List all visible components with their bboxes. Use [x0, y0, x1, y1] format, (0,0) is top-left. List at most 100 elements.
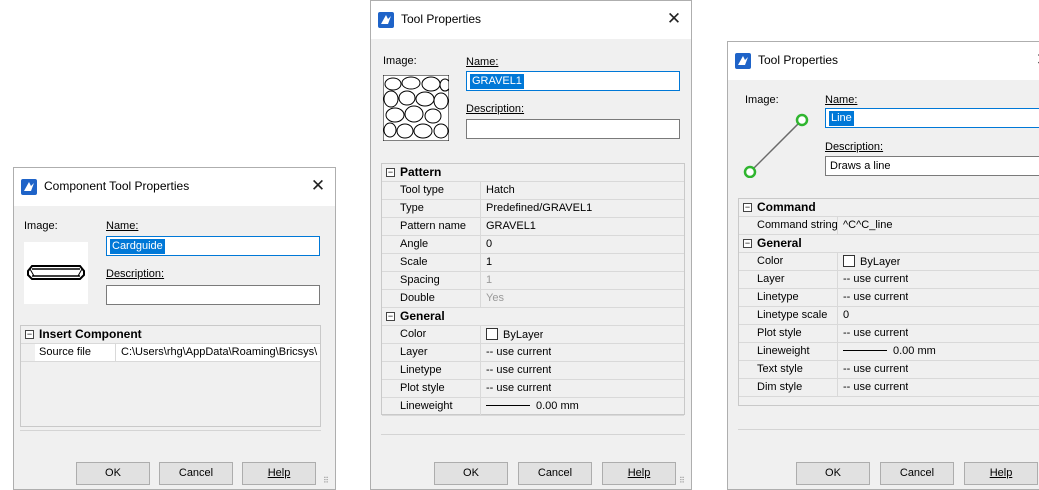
column-divider: [837, 271, 838, 288]
category-label: Insert Component: [39, 327, 142, 341]
ok-button[interactable]: OK: [434, 462, 508, 485]
category-general[interactable]: − General: [739, 235, 1039, 253]
property-value: 1: [486, 274, 493, 286]
property-row-lineweight[interactable]: Lineweight 0.00 mm: [382, 398, 684, 416]
column-divider: [480, 272, 481, 289]
resize-grip-icon[interactable]: ⠿: [679, 477, 689, 487]
category-insert-component[interactable]: − Insert Component: [21, 326, 320, 344]
column-divider: [837, 289, 838, 306]
bricscad-app-icon: [735, 53, 751, 69]
property-row-plot-style[interactable]: Plot style -- use current: [739, 325, 1039, 343]
color-swatch: [843, 255, 855, 267]
property-key: Linetype scale: [757, 309, 828, 321]
category-label: General: [757, 236, 802, 250]
column-divider: [480, 218, 481, 235]
image-label: Image:: [383, 55, 417, 67]
help-button[interactable]: Help: [602, 462, 676, 485]
help-button[interactable]: Help: [242, 462, 316, 485]
title-bar[interactable]: Tool Properties ✕: [728, 42, 1039, 80]
property-value: 0.00 mm: [536, 400, 579, 412]
tool-image-thumbnail: [382, 74, 451, 142]
close-icon[interactable]: ✕: [307, 175, 329, 197]
cancel-button[interactable]: Cancel: [880, 462, 954, 485]
description-input[interactable]: Draws a line: [825, 156, 1039, 176]
column-divider: [480, 236, 481, 253]
collapse-minus-icon[interactable]: −: [386, 168, 395, 177]
tool-image-thumbnail: [742, 112, 812, 179]
column-divider: [480, 362, 481, 379]
property-row-color[interactable]: Color ByLayer: [739, 253, 1039, 271]
category-general[interactable]: − General: [382, 308, 684, 326]
property-row-linetype[interactable]: Linetype -- use current: [382, 362, 684, 380]
name-value: Cardguide: [110, 239, 165, 254]
property-value: C:\Users\rhg\AppData\Roaming\Bricsys\: [121, 346, 318, 358]
name-label: Name:: [106, 220, 139, 232]
property-value: ByLayer: [860, 256, 901, 268]
ok-button[interactable]: OK: [76, 462, 150, 485]
property-key: Command string: [757, 219, 838, 231]
name-input[interactable]: Line: [825, 108, 1039, 128]
bricscad-app-icon: [21, 179, 37, 195]
category-command[interactable]: − Command: [739, 199, 1039, 217]
column-divider: [480, 326, 481, 343]
column-divider: [480, 254, 481, 271]
collapse-minus-icon[interactable]: −: [25, 330, 34, 339]
property-key: Pattern name: [400, 220, 467, 232]
description-input[interactable]: [466, 119, 680, 139]
property-row-tool-type[interactable]: Tool type Hatch: [382, 182, 684, 200]
property-row-plot-style[interactable]: Plot style -- use current: [382, 380, 684, 398]
ok-button[interactable]: OK: [796, 462, 870, 485]
collapse-minus-icon[interactable]: −: [386, 312, 395, 321]
image-label: Image:: [745, 94, 779, 106]
property-row-layer[interactable]: Layer -- use current: [739, 271, 1039, 289]
property-row-color[interactable]: Color ByLayer: [382, 326, 684, 344]
column-divider: [837, 343, 838, 360]
property-key: Scale: [400, 256, 428, 268]
column-divider: [480, 200, 481, 217]
property-value: Hatch: [486, 184, 515, 196]
property-row-dim-style[interactable]: Dim style -- use current: [739, 379, 1039, 397]
close-icon[interactable]: ✕: [663, 8, 685, 30]
property-key: Plot style: [400, 382, 445, 394]
collapse-minus-icon[interactable]: −: [743, 239, 752, 248]
column-divider: [480, 182, 481, 199]
property-key: Color: [400, 328, 427, 340]
property-value: 0.00 mm: [893, 345, 936, 357]
column-divider: [837, 217, 838, 234]
category-pattern[interactable]: − Pattern: [382, 164, 684, 182]
property-row-command-string[interactable]: Command string ^C^C_line: [739, 217, 1039, 235]
property-row-angle[interactable]: Angle 0: [382, 236, 684, 254]
property-row-scale[interactable]: Scale 1: [382, 254, 684, 272]
property-row-layer[interactable]: Layer -- use current: [382, 344, 684, 362]
divider: [738, 429, 1039, 430]
cancel-button[interactable]: Cancel: [518, 462, 592, 485]
property-value: ByLayer: [503, 329, 544, 341]
property-row-source-file[interactable]: Source file C:\Users\rhg\AppData\Roaming…: [21, 344, 320, 362]
property-row-linetype[interactable]: Linetype -- use current: [739, 289, 1039, 307]
dialog-title: Tool Properties: [758, 53, 839, 67]
cancel-button[interactable]: Cancel: [159, 462, 233, 485]
property-row-linetype-scale[interactable]: Linetype scale 0: [739, 307, 1039, 325]
tool-properties-dialog-hatch: Tool Properties ✕ Image: Name: GRAVEL1 D…: [370, 0, 692, 490]
property-row-type[interactable]: Type Predefined/GRAVEL1: [382, 200, 684, 218]
column-divider: [480, 398, 481, 415]
title-bar[interactable]: Component Tool Properties ✕: [14, 168, 335, 206]
property-row-pattern-name[interactable]: Pattern name GRAVEL1: [382, 218, 684, 236]
description-input[interactable]: [106, 285, 320, 305]
name-input[interactable]: GRAVEL1: [466, 71, 680, 91]
help-button[interactable]: Help: [964, 462, 1038, 485]
close-icon[interactable]: ✕: [1032, 49, 1039, 71]
property-row-text-style[interactable]: Text style -- use current: [739, 361, 1039, 379]
property-value: Yes: [486, 292, 504, 304]
property-key: Spacing: [400, 274, 440, 286]
property-row-spacing[interactable]: Spacing 1: [382, 272, 684, 290]
property-row-double[interactable]: Double Yes: [382, 290, 684, 308]
collapse-minus-icon[interactable]: −: [743, 203, 752, 212]
name-input[interactable]: Cardguide: [106, 236, 320, 256]
title-bar[interactable]: Tool Properties ✕: [371, 1, 691, 39]
property-row-lineweight[interactable]: Lineweight 0.00 mm: [739, 343, 1039, 361]
resize-grip-icon[interactable]: ⠿: [323, 477, 333, 487]
name-label: Name:: [825, 94, 858, 106]
image-label: Image:: [24, 220, 58, 232]
property-key: Plot style: [757, 327, 802, 339]
